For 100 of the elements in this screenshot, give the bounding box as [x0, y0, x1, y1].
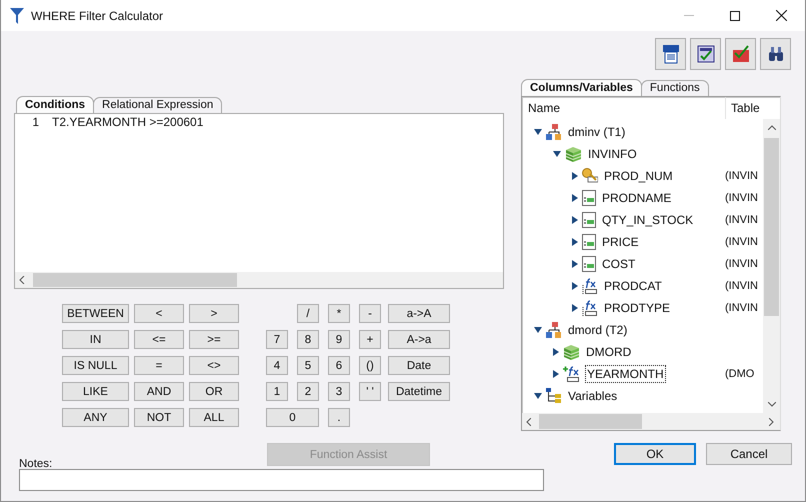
keypad-key[interactable]: Date — [388, 356, 450, 375]
operator-key[interactable]: ALL — [189, 408, 239, 427]
keypad-key[interactable]: 2 — [297, 382, 319, 401]
operator-key[interactable]: OR — [189, 382, 239, 401]
expanded-arrow-icon[interactable] — [534, 327, 542, 333]
operator-key[interactable]: = — [134, 356, 184, 375]
toolbar-button[interactable] — [690, 38, 721, 70]
tree-item[interactable]: DMORD — [584, 343, 634, 361]
scrollbar-thumb[interactable] — [33, 273, 237, 287]
tab[interactable]: Relational Expression — [93, 97, 222, 113]
column-header[interactable]: Name — [522, 97, 726, 119]
expanded-arrow-icon[interactable] — [534, 129, 542, 135]
operator-key[interactable]: IS NULL — [62, 356, 129, 375]
collapsed-arrow-icon[interactable] — [553, 348, 559, 356]
table-cell-text: (INVIN — [725, 170, 759, 182]
keypad-key[interactable]: ' ' — [359, 382, 381, 401]
operator-key[interactable]: LIKE — [62, 382, 129, 401]
collapsed-arrow-icon[interactable] — [572, 238, 578, 246]
horizontal-scrollbar[interactable] — [522, 413, 780, 430]
code-line: T2.YEARMONTH >=200601 — [52, 115, 204, 129]
column-header[interactable]: Table — [726, 97, 760, 119]
operator-key[interactable]: NOT — [134, 408, 184, 427]
column-icon — [582, 190, 596, 206]
tree-item[interactable]: PRODNAME — [600, 189, 674, 207]
notes-field[interactable] — [19, 469, 544, 491]
table-cell-text: (INVIN — [725, 214, 759, 226]
vertical-scrollbar[interactable] — [763, 119, 780, 413]
collapsed-arrow-icon[interactable] — [572, 216, 578, 224]
tree-item[interactable]: Variables — [566, 387, 620, 405]
expanded-arrow-icon[interactable] — [553, 151, 561, 157]
tree-item[interactable]: dmord (T2) — [566, 321, 630, 339]
keypad-key[interactable]: 7 — [266, 330, 288, 349]
keypad-key[interactable]: () — [359, 356, 381, 375]
tree-item[interactable]: INVINFO — [586, 145, 639, 163]
tree-item[interactable]: dminv (T1) — [566, 123, 628, 141]
tab[interactable]: Conditions — [16, 96, 94, 113]
tree-item[interactable]: COST — [600, 255, 638, 273]
collapsed-arrow-icon[interactable] — [553, 370, 559, 378]
cancel-button[interactable]: Cancel — [706, 443, 792, 465]
keypad-key[interactable]: 8 — [297, 330, 319, 349]
checklist-icon — [696, 44, 716, 64]
toolbar-button[interactable] — [655, 38, 686, 70]
tree-item[interactable]: QTY_IN_STOCK — [600, 211, 696, 229]
keypad-key[interactable]: + — [359, 330, 381, 349]
keypad-key[interactable]: a->A — [388, 304, 450, 323]
tree-item[interactable]: PRODCAT — [602, 277, 664, 295]
keypad-key[interactable]: 4 — [266, 356, 288, 375]
tree-item[interactable]: PRICE — [600, 233, 641, 251]
keypad-key[interactable]: 6 — [328, 356, 350, 375]
keypad-key[interactable]: A->a — [388, 330, 450, 349]
tree-item[interactable]: PRODTYPE — [602, 299, 672, 317]
keypad-key[interactable]: 9 — [328, 330, 350, 349]
operator-key[interactable]: > — [189, 304, 239, 323]
collapsed-arrow-icon[interactable] — [572, 304, 578, 312]
tab[interactable]: Functions — [640, 80, 709, 96]
keypad-key[interactable]: 3 — [328, 382, 350, 401]
toolbar-button[interactable] — [760, 38, 791, 70]
keypad-key[interactable]: * — [328, 304, 350, 323]
toolbar-button[interactable] — [725, 38, 756, 70]
operator-key[interactable]: <= — [134, 330, 184, 349]
ok-button[interactable]: OK — [614, 443, 696, 465]
keypad-key[interactable]: 5 — [297, 356, 319, 375]
operator-key[interactable]: BETWEEN — [62, 304, 129, 323]
operator-key[interactable]: IN — [62, 330, 129, 349]
operator-key[interactable]: < — [134, 304, 184, 323]
keypad-key[interactable]: . — [328, 408, 350, 427]
operator-key[interactable]: AND — [134, 382, 184, 401]
funnel-icon — [10, 8, 24, 24]
operator-key[interactable]: >= — [189, 330, 239, 349]
key-icon — [582, 168, 598, 184]
horizontal-scrollbar[interactable] — [15, 272, 503, 288]
tree-item[interactable]: PROD_NUM — [602, 167, 675, 185]
tree-item[interactable]: YEARMONTH — [585, 365, 666, 383]
table-cell-text: (INVIN — [725, 258, 759, 270]
code-editor[interactable]: 1 T2.YEARMONTH >=200601 — [14, 113, 504, 289]
collapsed-arrow-icon[interactable] — [572, 282, 578, 290]
keypad-key[interactable]: - — [359, 304, 381, 323]
collapsed-arrow-icon[interactable] — [572, 194, 578, 202]
function-column-icon — [582, 300, 598, 316]
tab[interactable]: Columns/Variables — [521, 79, 642, 96]
operator-key[interactable]: ANY — [62, 408, 129, 427]
operator-key[interactable]: <> — [189, 356, 239, 375]
expanded-arrow-icon[interactable] — [534, 393, 542, 399]
keypad-key[interactable]: / — [297, 304, 319, 323]
scrollbar-thumb[interactable] — [539, 414, 642, 429]
keypad-key[interactable]: Datetime — [388, 382, 450, 401]
keypad-key[interactable]: 0 — [266, 408, 319, 427]
maximize-icon[interactable] — [730, 10, 740, 20]
table-cell-text: (INVIN — [725, 302, 759, 314]
scrollbar-thumb[interactable] — [764, 138, 779, 316]
line-number: 1 — [31, 115, 40, 129]
column-icon — [582, 212, 596, 228]
collapsed-arrow-icon[interactable] — [572, 260, 578, 268]
table-cell-text: (INVIN — [725, 236, 759, 248]
keypad-key[interactable]: 1 — [266, 382, 288, 401]
close-icon[interactable] — [776, 10, 787, 21]
notes-label: Notes: — [19, 458, 54, 470]
stack-icon — [565, 146, 582, 162]
table-cell-text: (DMO — [725, 368, 756, 380]
collapsed-arrow-icon[interactable] — [572, 172, 578, 180]
